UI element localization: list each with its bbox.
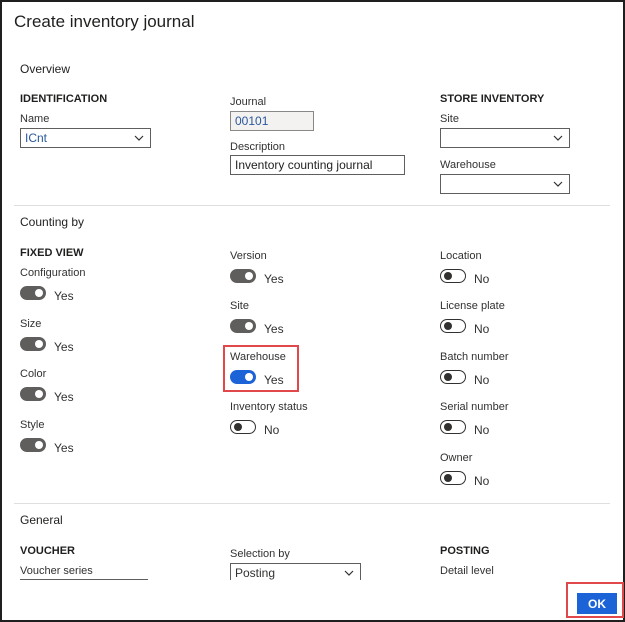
configuration-toggle[interactable] — [20, 286, 46, 300]
toggle-state: No — [474, 322, 490, 336]
toggle-label: Style — [20, 419, 45, 431]
toggle-size: Size Yes — [20, 318, 74, 354]
site-toggle[interactable] — [230, 319, 256, 333]
toggle-state: Yes — [54, 289, 74, 303]
dialog-title: Create inventory journal — [14, 12, 195, 31]
fixed-view-group-label: FIXED VIEW — [20, 247, 84, 259]
toggle-label: Owner — [440, 452, 473, 464]
toggle-label: Configuration — [20, 267, 86, 279]
warehouse-label: Warehouse — [440, 159, 496, 171]
toggle-state: Yes — [54, 340, 74, 354]
owner-toggle[interactable] — [440, 471, 466, 485]
toggle-state: No — [474, 373, 490, 387]
toggle-label: Version — [230, 250, 267, 262]
toggle-label: Color — [20, 368, 47, 380]
voucher-series-field[interactable] — [20, 579, 148, 580]
divider — [14, 205, 610, 206]
toggle-state: Yes — [264, 272, 284, 286]
toggle-state: No — [474, 423, 490, 437]
toggle-owner: Owner No — [440, 452, 489, 488]
chevron-down-icon — [553, 135, 563, 141]
chevron-down-icon — [134, 135, 144, 141]
toggle-warehouse: Warehouse Yes — [230, 351, 286, 387]
posting-group-label: POSTING — [440, 545, 490, 557]
inventory-status-toggle[interactable] — [230, 420, 256, 434]
toggle-label: Batch number — [440, 351, 509, 363]
overview-section-header[interactable]: Overview — [20, 62, 70, 76]
serial-number-toggle[interactable] — [440, 420, 466, 434]
toggle-state: No — [264, 423, 280, 437]
name-label: Name — [20, 113, 50, 125]
counting-by-section-header[interactable]: Counting by — [20, 215, 84, 229]
store-inventory-group-label: STORE INVENTORY — [440, 93, 545, 105]
toggle-label: Size — [20, 318, 42, 330]
journal-field[interactable]: 00101 — [230, 111, 314, 131]
toggle-version: Version Yes — [230, 250, 284, 286]
toggle-color: Color Yes — [20, 368, 74, 404]
selection-by-value: Posting — [235, 566, 276, 580]
toggle-location: Location No — [440, 250, 489, 286]
journal-label: Journal — [230, 96, 267, 108]
toggle-inventory-status: Inventory status No — [230, 401, 308, 437]
voucher-group-label: VOUCHER — [20, 545, 76, 557]
toggle-batch-number: Batch number No — [440, 351, 508, 387]
warehouse-toggle[interactable] — [230, 370, 256, 384]
style-toggle[interactable] — [20, 438, 46, 452]
divider — [14, 503, 610, 504]
detail-level-label: Detail level — [440, 565, 494, 577]
voucher-series-label: Voucher series — [20, 565, 93, 577]
description-label: Description — [230, 141, 286, 153]
toggle-label: Serial number — [440, 401, 509, 413]
toggle-label: Site — [230, 300, 249, 312]
toggle-state: Yes — [264, 373, 284, 387]
warehouse-select[interactable] — [440, 174, 570, 194]
chevron-down-icon — [344, 570, 354, 576]
site-label: Site — [440, 113, 459, 125]
batch-number-toggle[interactable] — [440, 370, 466, 384]
create-inventory-journal-dialog: Create inventory journal Overview IDENTI… — [0, 0, 625, 622]
version-toggle[interactable] — [230, 269, 256, 283]
size-toggle[interactable] — [20, 337, 46, 351]
toggle-style: Style Yes — [20, 419, 74, 455]
toggle-site: Site Yes — [230, 300, 284, 336]
selection-by-select[interactable]: Posting — [230, 563, 361, 580]
name-select[interactable]: ICnt — [20, 128, 151, 148]
chevron-down-icon — [553, 181, 563, 187]
toggle-label: Warehouse — [230, 351, 286, 363]
ok-button[interactable]: OK — [577, 593, 617, 614]
color-toggle[interactable] — [20, 387, 46, 401]
toggle-state: No — [474, 474, 490, 488]
toggle-state: Yes — [54, 441, 74, 455]
toggle-label: Inventory status — [230, 401, 308, 413]
selection-by-label: Selection by — [230, 548, 290, 560]
toggle-serial-number: Serial number No — [440, 401, 508, 437]
description-field[interactable]: Inventory counting journal — [230, 155, 405, 175]
toggle-label: Location — [440, 250, 482, 262]
toggle-label: License plate — [440, 300, 505, 312]
toggle-state: No — [474, 272, 490, 286]
site-select[interactable] — [440, 128, 570, 148]
toggle-state: Yes — [264, 322, 284, 336]
toggle-license-plate: License plate No — [440, 300, 505, 336]
license-plate-toggle[interactable] — [440, 319, 466, 333]
toggle-configuration: Configuration Yes — [20, 267, 85, 303]
location-toggle[interactable] — [440, 269, 466, 283]
toggle-state: Yes — [54, 390, 74, 404]
general-section-header[interactable]: General — [20, 513, 63, 527]
name-value: ICnt — [25, 131, 48, 145]
identification-group-label: IDENTIFICATION — [20, 93, 108, 105]
